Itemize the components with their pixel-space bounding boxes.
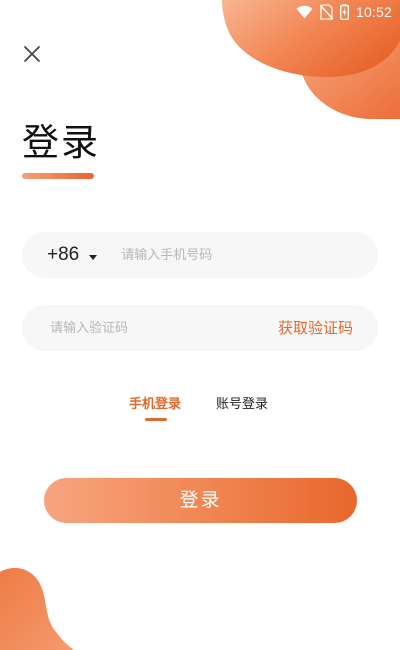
decorative-blob-bottom — [0, 568, 74, 650]
phone-input[interactable] — [119, 231, 354, 279]
close-icon — [20, 42, 44, 66]
wifi-icon — [296, 5, 313, 19]
verification-code-field: 获取验证码 — [22, 304, 378, 352]
tab-account-login[interactable]: 账号登录 — [216, 393, 268, 412]
verification-code-input[interactable] — [48, 304, 262, 352]
phone-field: +86 — [22, 231, 378, 279]
page-title: 登录 — [22, 121, 100, 164]
status-bar: 10:52 — [296, 3, 392, 21]
get-code-button[interactable]: 获取验证码 — [278, 305, 353, 351]
login-mode-tabs: 手机登录 账号登录 — [0, 393, 400, 433]
battery-charging-icon — [339, 4, 349, 20]
title-underline — [22, 173, 94, 179]
country-code-selector[interactable]: +86 — [47, 244, 98, 266]
login-button[interactable]: 登录 — [44, 478, 357, 523]
caret-down-icon — [89, 254, 98, 260]
country-code-value: +86 — [47, 244, 80, 265]
close-button[interactable] — [20, 42, 44, 66]
status-time: 10:52 — [355, 4, 392, 20]
active-tab-indicator — [145, 418, 167, 421]
tab-phone-login[interactable]: 手机登录 — [129, 393, 181, 412]
no-sim-icon — [319, 4, 333, 20]
